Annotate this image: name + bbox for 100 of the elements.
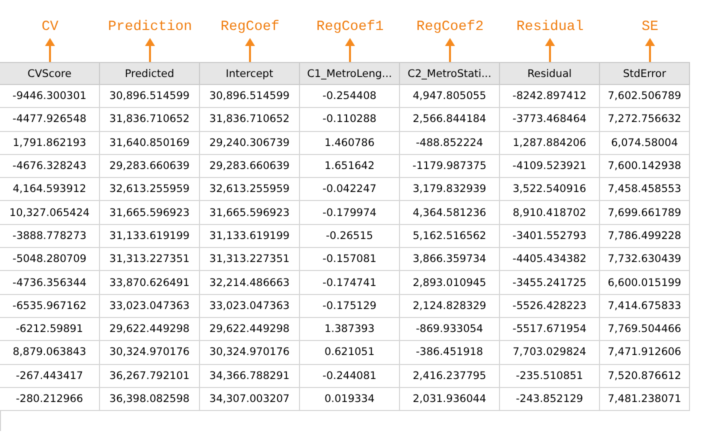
table-cell: 29,283.660639 bbox=[100, 154, 200, 178]
table-cell: 7,699.661789 bbox=[600, 201, 690, 225]
up-arrow-icon bbox=[545, 38, 555, 62]
table-cell: 31,313.227351 bbox=[100, 248, 200, 272]
annotation-label: RegCoef1 bbox=[316, 19, 384, 35]
annotation-label: SE bbox=[642, 19, 658, 35]
up-arrow-icon bbox=[445, 38, 455, 62]
column-header[interactable]: Predicted bbox=[100, 63, 200, 85]
up-arrow-icon bbox=[645, 38, 655, 62]
table-cell: 7,520.876612 bbox=[600, 364, 690, 388]
table-cell: 3,866.359734 bbox=[400, 248, 500, 272]
table-cell: 8,879.063843 bbox=[0, 341, 100, 365]
table-cell: 1,791.862193 bbox=[0, 132, 100, 155]
table-cell: 1.651642 bbox=[300, 154, 400, 178]
table-cell: -6535.967162 bbox=[0, 294, 100, 318]
table-cell: -243.852129 bbox=[500, 388, 600, 412]
table-cell: -235.510851 bbox=[500, 364, 600, 388]
table-cell: 30,324.970176 bbox=[100, 341, 200, 365]
table-cell: -0.174741 bbox=[300, 271, 400, 295]
table-cell: 30,896.514599 bbox=[200, 85, 300, 108]
annotation-label: CV bbox=[42, 19, 58, 35]
table-cell: -0.110288 bbox=[300, 108, 400, 132]
table-cell: 5,162.516562 bbox=[400, 224, 500, 248]
table-cell: 7,414.675833 bbox=[600, 294, 690, 318]
table-cell: 31,836.710652 bbox=[200, 108, 300, 132]
table-cell: 29,240.306739 bbox=[200, 132, 300, 155]
column-header[interactable]: CVScore bbox=[0, 63, 100, 85]
table-cell: 31,133.619199 bbox=[200, 224, 300, 248]
table-cell: 1,287.884206 bbox=[500, 132, 600, 155]
column-header[interactable]: Intercept bbox=[200, 63, 300, 85]
annotation-label: RegCoef bbox=[220, 19, 280, 35]
table-cell: -5517.671954 bbox=[500, 318, 600, 342]
table-cell: -4676.328243 bbox=[0, 154, 100, 178]
table-cell: 29,622.449298 bbox=[200, 318, 300, 342]
table-cell: 7,602.506789 bbox=[600, 85, 690, 108]
up-arrow-icon bbox=[345, 38, 355, 62]
table-cell: 1.387393 bbox=[300, 318, 400, 342]
table-cell: 7,769.504466 bbox=[600, 318, 690, 342]
table-cell: 30,896.514599 bbox=[100, 85, 200, 108]
table-cell: 6,600.015199 bbox=[600, 271, 690, 295]
table-cell: 33,023.047363 bbox=[200, 294, 300, 318]
column-header[interactable]: Residual bbox=[500, 63, 600, 85]
table-cell: -4477.926548 bbox=[0, 108, 100, 132]
table-cell: -4405.434382 bbox=[500, 248, 600, 272]
table-cell: -8242.897412 bbox=[500, 85, 600, 108]
table-cell: 0.621051 bbox=[300, 341, 400, 365]
table-cell: 7,786.499228 bbox=[600, 224, 690, 248]
table-cell: 7,272.756632 bbox=[600, 108, 690, 132]
table-cell: -4109.523921 bbox=[500, 154, 600, 178]
column-header[interactable]: StdError bbox=[600, 63, 690, 85]
table-cell: -0.254408 bbox=[300, 85, 400, 108]
table-cell: -0.042247 bbox=[300, 178, 400, 202]
annotation-label: Prediction bbox=[108, 19, 192, 35]
table-cell: 2,416.237795 bbox=[400, 364, 500, 388]
table-cell: 7,703.029824 bbox=[500, 341, 600, 365]
table-cell: 36,267.792101 bbox=[100, 364, 200, 388]
table-cell: -4736.356344 bbox=[0, 271, 100, 295]
table-cell: 7,481.238071 bbox=[600, 388, 690, 412]
table-cell: 8,910.418702 bbox=[500, 201, 600, 225]
table-cell: -3888.778273 bbox=[0, 224, 100, 248]
table-cell: 1.460786 bbox=[300, 132, 400, 155]
table-cell: -267.443417 bbox=[0, 364, 100, 388]
column-header[interactable]: C1_MetroLeng... bbox=[300, 63, 400, 85]
up-arrow-icon bbox=[45, 38, 55, 62]
table-cell: -1179.987375 bbox=[400, 154, 500, 178]
table-cell: 2,124.828329 bbox=[400, 294, 500, 318]
table-cell: -5526.428223 bbox=[500, 294, 600, 318]
table-cell: 7,471.912606 bbox=[600, 341, 690, 365]
table-cell: 2,566.844184 bbox=[400, 108, 500, 132]
table-cell: 2,893.010945 bbox=[400, 271, 500, 295]
table-cell: 6,074.58004 bbox=[600, 132, 690, 155]
table-cell: 4,364.581236 bbox=[400, 201, 500, 225]
up-arrow-icon bbox=[145, 38, 155, 62]
table-cell: 4,947.805055 bbox=[400, 85, 500, 108]
table-cell: 3,179.832939 bbox=[400, 178, 500, 202]
table-cell: 10,327.065424 bbox=[0, 201, 100, 225]
table-cell: 31,665.596923 bbox=[100, 201, 200, 225]
table-cell: -3401.552793 bbox=[500, 224, 600, 248]
table-cell: 31,313.227351 bbox=[200, 248, 300, 272]
table-cell: 31,665.596923 bbox=[200, 201, 300, 225]
column-header[interactable]: C2_MetroStati... bbox=[400, 63, 500, 85]
table-cell: 31,836.710652 bbox=[100, 108, 200, 132]
table-cell: -5048.280709 bbox=[0, 248, 100, 272]
table-cell: -869.933054 bbox=[400, 318, 500, 342]
table-cell: 32,613.255959 bbox=[100, 178, 200, 202]
table-cell: 29,622.449298 bbox=[100, 318, 200, 342]
table-cell: 31,133.619199 bbox=[100, 224, 200, 248]
table-cell: -3455.241725 bbox=[500, 271, 600, 295]
table-cell: 4,164.593912 bbox=[0, 178, 100, 202]
table-cell: 0.019334 bbox=[300, 388, 400, 412]
table-cell: 32,613.255959 bbox=[200, 178, 300, 202]
table-cell: -0.26515 bbox=[300, 224, 400, 248]
table-cell: 33,023.047363 bbox=[100, 294, 200, 318]
table-cell: -9446.300301 bbox=[0, 85, 100, 108]
annotation-label: RegCoef2 bbox=[416, 19, 484, 35]
table-cell: 36,398.082598 bbox=[100, 388, 200, 412]
up-arrow-icon bbox=[245, 38, 255, 62]
table-cell: 7,732.630439 bbox=[600, 248, 690, 272]
table-cell: 7,600.142938 bbox=[600, 154, 690, 178]
table-cell: -0.244081 bbox=[300, 364, 400, 388]
